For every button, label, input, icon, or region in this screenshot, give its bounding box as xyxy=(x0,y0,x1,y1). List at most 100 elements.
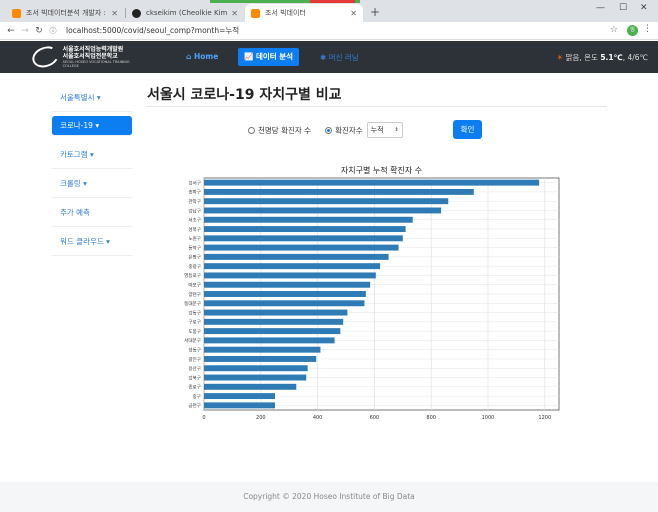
info-icon[interactable]: ⓘ xyxy=(46,26,60,36)
sidebar-item-crawling[interactable]: 크롤링 ▾ xyxy=(52,169,132,198)
bar xyxy=(204,383,297,390)
chart-icon: 📈 xyxy=(244,52,254,61)
browser-tab-3[interactable]: 조서 빅데이터 ✕ xyxy=(245,4,363,22)
bar xyxy=(204,309,348,316)
reload-icon[interactable]: ↻ xyxy=(32,26,46,36)
y-tick-label: 은평구 xyxy=(188,254,201,261)
month-select[interactable]: 누적 ⇕ xyxy=(366,122,403,138)
sidebar-item-seoul[interactable]: 서울특별시 ▾ xyxy=(52,83,132,112)
logo-sub: SEOUL HOSEO VOCATIONAL TRAINING COLLEGE xyxy=(62,60,130,68)
weather-text: 맑음, 온도 xyxy=(565,53,598,62)
x-tick-label: 800 xyxy=(426,415,436,421)
radio-per-thousand[interactable] xyxy=(248,126,255,134)
y-tick-label: 중랑구 xyxy=(188,263,201,270)
select-arrows-icon: ⇕ xyxy=(394,127,399,133)
y-tick-label: 동작구 xyxy=(188,244,201,251)
bar xyxy=(204,365,308,372)
browser-tab-2[interactable]: ckseikim (Cheolkie Kim) ✕ xyxy=(126,4,244,22)
option-row: 천명당 확진자 수 확진자수 누적 ⇕ xyxy=(248,122,403,138)
minimize-icon[interactable]: — xyxy=(596,3,605,13)
x-tick-label: 600 xyxy=(370,415,380,421)
y-tick-label: 영등포구 xyxy=(184,272,201,279)
x-tick-label: 0 xyxy=(202,415,205,421)
sidebar-item-covid19[interactable]: 코로나-19 ▾ xyxy=(52,116,132,136)
tab-title: ckseikim (Cheolkie Kim) xyxy=(146,9,228,17)
option1-label: 천명당 확진자 수 xyxy=(258,125,312,135)
tab-accent-strip-red xyxy=(310,0,355,3)
nav-data-analysis-button[interactable]: 📈 데이터 분석 xyxy=(238,48,300,66)
maximize-icon[interactable]: ☐ xyxy=(619,3,627,13)
address-bar: ← → ↻ ⓘ localhost:5000/covid/seoul_comp?… xyxy=(0,22,658,40)
ml-icon: ✱ xyxy=(320,53,327,62)
bar xyxy=(204,300,365,307)
month-select-value: 누적 xyxy=(370,126,384,134)
window-close-icon[interactable]: ✕ xyxy=(640,3,648,13)
weather-range: 4/6℃ xyxy=(627,53,649,62)
bar xyxy=(204,244,399,251)
tab-title: 조서 빅데이터 xyxy=(265,9,306,17)
bar xyxy=(204,263,381,270)
district-bar-chart: 자치구별 누적 확진자 수 0 200 400 600 800 1000 1200 강서구송파구… xyxy=(184,165,560,421)
y-tick-label: 동대문구 xyxy=(184,300,201,307)
y-tick-label: 마포구 xyxy=(188,282,201,289)
profile-avatar[interactable]: 임 xyxy=(627,25,638,36)
page-title: 서울시 코로나-19 자치구별 비교 xyxy=(147,87,342,103)
bar xyxy=(204,226,406,233)
sidebar-item-cartogram[interactable]: 카토그램 ▾ xyxy=(52,140,132,169)
radio-confirmed[interactable] xyxy=(325,126,333,134)
nav-ml-link[interactable]: ✱ 머신 러닝 xyxy=(320,52,359,63)
y-tick-label: 광진구 xyxy=(188,356,201,363)
bar xyxy=(204,179,540,186)
bookmark-star-icon[interactable]: ☆ xyxy=(610,25,618,35)
browser-tab-1[interactable]: 조서 빅데이터분석 개발자 : 메이 ✕ xyxy=(6,4,124,22)
bar xyxy=(204,291,366,297)
chart-title: 자치구별 누적 확진자 수 xyxy=(341,165,422,175)
logo-mark-icon xyxy=(29,43,62,71)
y-tick-label: 양천구 xyxy=(188,291,201,298)
bar xyxy=(204,216,413,223)
bar xyxy=(204,337,335,344)
weather-widget: ☀ 맑음, 온도 5.1℃, 4/6℃ xyxy=(556,53,649,62)
nav-home-link[interactable]: ⌂ Home xyxy=(186,52,218,61)
logo-line1: 서울호서직업능력개발원 xyxy=(62,46,124,53)
footer: Copyright © 2020 Hoseo Institute of Big … xyxy=(0,482,658,512)
tab-close-icon[interactable]: ✕ xyxy=(231,9,238,18)
x-tick-label: 200 xyxy=(256,415,266,421)
confirm-button[interactable]: 확인 xyxy=(453,120,482,139)
bar xyxy=(204,198,449,205)
sun-icon: ☀ xyxy=(556,53,564,62)
y-tick-label: 강북구 xyxy=(188,374,201,381)
option2-label: 확진자수 xyxy=(335,125,363,135)
bar xyxy=(204,253,389,260)
sidebar-item-wordcloud[interactable]: 워드 클라우드 ▾ xyxy=(52,227,132,256)
github-icon xyxy=(132,8,141,18)
url-field[interactable]: localhost:5000/covid/seoul_comp?month=누적 xyxy=(66,25,239,36)
y-tick-label: 노원구 xyxy=(188,235,201,242)
menu-kebab-icon[interactable]: ⋮ xyxy=(643,24,652,34)
y-tick-label: 종로구 xyxy=(188,385,201,391)
new-tab-icon[interactable]: + xyxy=(370,5,380,19)
tab-close-icon[interactable]: ✕ xyxy=(350,9,357,18)
logo-line2: 서울호서직업전문학교 xyxy=(62,53,118,60)
y-tick-label: 강동구 xyxy=(188,309,201,316)
sidebar-item-stock[interactable]: 주가 예측 xyxy=(52,198,132,227)
y-tick-label: 용산구 xyxy=(188,365,201,372)
y-tick-label: 금천구 xyxy=(188,402,201,409)
y-tick-label: 서초구 xyxy=(188,217,201,224)
forward-icon[interactable]: → xyxy=(18,26,32,36)
tab-favicon-icon xyxy=(12,8,21,18)
browser-tabbar: 조서 빅데이터분석 개발자 : 메이 ✕ ckseikim (Cheolkie … xyxy=(0,0,658,22)
nav-ml-label: 머신 러닝 xyxy=(328,53,359,62)
home-icon: ⌂ xyxy=(186,52,192,61)
y-tick-label: 구로구 xyxy=(188,320,201,326)
bar xyxy=(204,235,403,242)
tab-title: 조서 빅데이터분석 개발자 : 메이 xyxy=(26,9,107,17)
x-tick-label: 1200 xyxy=(538,415,551,421)
tab-close-icon[interactable]: ✕ xyxy=(111,9,118,18)
site-logo[interactable]: 서울호서직업능력개발원 서울호서직업전문학교 SEOUL HOSEO VOCAT… xyxy=(29,43,142,71)
back-icon[interactable]: ← xyxy=(4,26,18,36)
weather-temp: 5.1℃ xyxy=(600,53,623,62)
bar xyxy=(204,393,275,400)
bar xyxy=(204,188,474,195)
y-tick-label: 성북구 xyxy=(188,226,201,233)
